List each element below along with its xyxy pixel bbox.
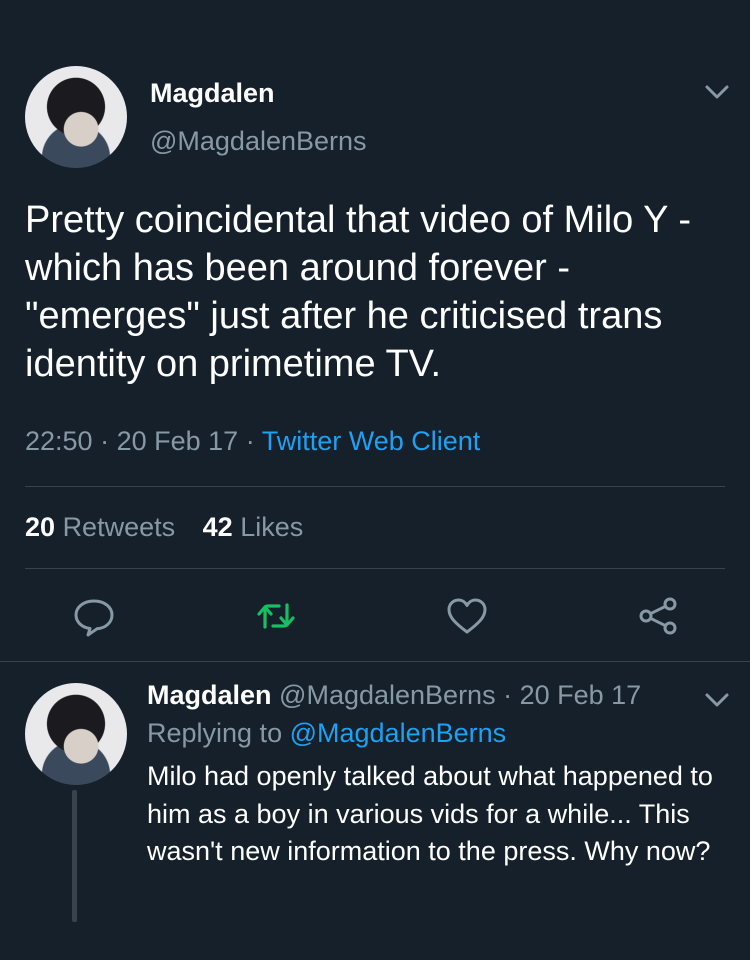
reply-header: Magdalen @MagdalenBerns · 20 Feb 17 bbox=[147, 680, 641, 711]
divider bbox=[25, 486, 725, 487]
avatar[interactable] bbox=[25, 66, 127, 168]
user-handle[interactable]: @MagdalenBerns bbox=[279, 680, 496, 710]
display-name[interactable]: Magdalen bbox=[147, 680, 272, 710]
replying-to: Replying to @MagdalenBerns bbox=[147, 718, 506, 749]
likes-stat[interactable]: 42 Likes bbox=[203, 512, 304, 542]
share-icon[interactable] bbox=[636, 594, 680, 638]
tweet-date: 20 Feb 17 bbox=[116, 426, 239, 456]
avatar[interactable] bbox=[25, 683, 127, 785]
client-link[interactable]: Twitter Web Client bbox=[262, 426, 481, 456]
meta-separator: · bbox=[100, 426, 110, 456]
tweet-meta: 22:50 · 20 Feb 17 · Twitter Web Client bbox=[25, 426, 480, 457]
retweets-label: Retweets bbox=[62, 512, 176, 542]
tweet-time: 22:50 bbox=[25, 426, 93, 456]
divider bbox=[0, 661, 750, 662]
mention-link[interactable]: @MagdalenBerns bbox=[290, 718, 507, 748]
thread-line bbox=[72, 790, 77, 922]
meta-separator: · bbox=[503, 680, 513, 710]
likes-count: 42 bbox=[202, 512, 233, 542]
retweet-icon[interactable] bbox=[254, 594, 298, 638]
meta-separator: · bbox=[245, 426, 255, 456]
tweet-text: Pretty coincidental that video of Milo Y… bbox=[25, 199, 692, 385]
user-handle[interactable]: @MagdalenBerns bbox=[150, 126, 367, 157]
engagement-stats: 20 Retweets 42 Likes bbox=[25, 512, 303, 543]
replying-prefix: Replying to bbox=[147, 718, 283, 748]
heart-icon[interactable] bbox=[445, 594, 489, 638]
display-name[interactable]: Magdalen bbox=[150, 78, 275, 109]
reply-bubble-icon[interactable] bbox=[72, 594, 116, 638]
likes-label: Likes bbox=[240, 512, 304, 542]
chevron-down-icon[interactable] bbox=[702, 688, 732, 712]
divider bbox=[25, 568, 725, 569]
reply-text: Milo had openly talked about what happen… bbox=[147, 761, 713, 866]
chevron-down-icon[interactable] bbox=[702, 80, 732, 104]
retweets-stat[interactable]: 20 Retweets bbox=[25, 512, 175, 542]
tweet-date[interactable]: 20 Feb 17 bbox=[520, 680, 642, 710]
retweets-count: 20 bbox=[25, 512, 56, 542]
